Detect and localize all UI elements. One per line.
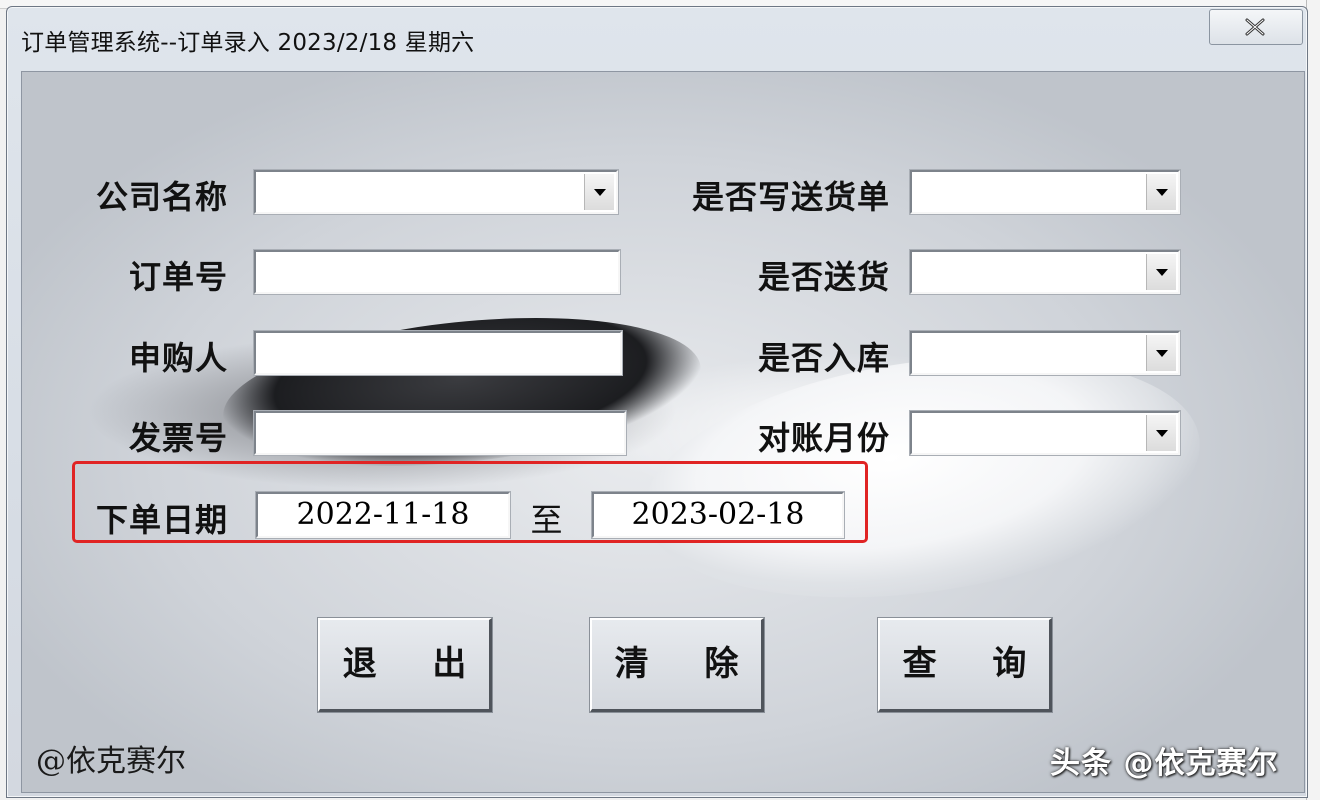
chevron-down-icon[interactable] xyxy=(584,174,614,210)
reconcile-month-label: 对账月份 xyxy=(757,419,890,457)
query-button[interactable]: 查 询 xyxy=(877,617,1053,713)
stocked-label: 是否入库 xyxy=(757,339,890,377)
date-range-highlight xyxy=(72,461,868,543)
watermark-right: 头条 @依克赛尔 xyxy=(1050,746,1279,781)
delivery-note-label: 是否写送货单 xyxy=(691,178,890,216)
delivered-combo[interactable] xyxy=(909,249,1181,295)
requester-label: 申购人 xyxy=(128,339,228,377)
background-sheet-edge xyxy=(1306,0,1320,800)
invoice-no-label: 发票号 xyxy=(128,419,228,457)
chevron-down-icon[interactable] xyxy=(1146,335,1176,371)
order-no-input[interactable] xyxy=(253,249,621,295)
requester-input[interactable] xyxy=(253,330,623,376)
close-icon xyxy=(1245,18,1265,36)
chevron-down-icon[interactable] xyxy=(1146,174,1176,210)
chevron-down-icon[interactable] xyxy=(1146,415,1176,451)
chevron-down-icon[interactable] xyxy=(1146,254,1176,290)
delivered-label: 是否送货 xyxy=(757,258,890,296)
watermark-left: @依克赛尔 xyxy=(36,744,186,779)
title-bar[interactable]: 订单管理系统--订单录入 2023/2/18 星期六 xyxy=(7,7,1307,63)
close-button[interactable] xyxy=(1209,9,1303,45)
order-no-label: 订单号 xyxy=(128,258,228,296)
reconcile-month-combo[interactable] xyxy=(909,410,1181,456)
delivery-note-combo[interactable] xyxy=(909,169,1181,215)
form-panel: 公司名称 订单号 申购人 发票号 是否写送货单 是否送货 是否入库 对账月份 下… xyxy=(21,71,1305,793)
company-name-label: 公司名称 xyxy=(95,178,228,216)
window-title: 订单管理系统--订单录入 2023/2/18 星期六 xyxy=(21,30,475,56)
company-name-combo[interactable] xyxy=(253,169,619,215)
order-entry-window: 订单管理系统--订单录入 2023/2/18 星期六 公司名称 订单号 申购人 … xyxy=(6,6,1308,798)
stocked-combo[interactable] xyxy=(909,330,1181,376)
clear-button[interactable]: 清 除 xyxy=(589,617,765,713)
exit-button[interactable]: 退 出 xyxy=(317,617,493,713)
invoice-no-input[interactable] xyxy=(253,410,627,456)
